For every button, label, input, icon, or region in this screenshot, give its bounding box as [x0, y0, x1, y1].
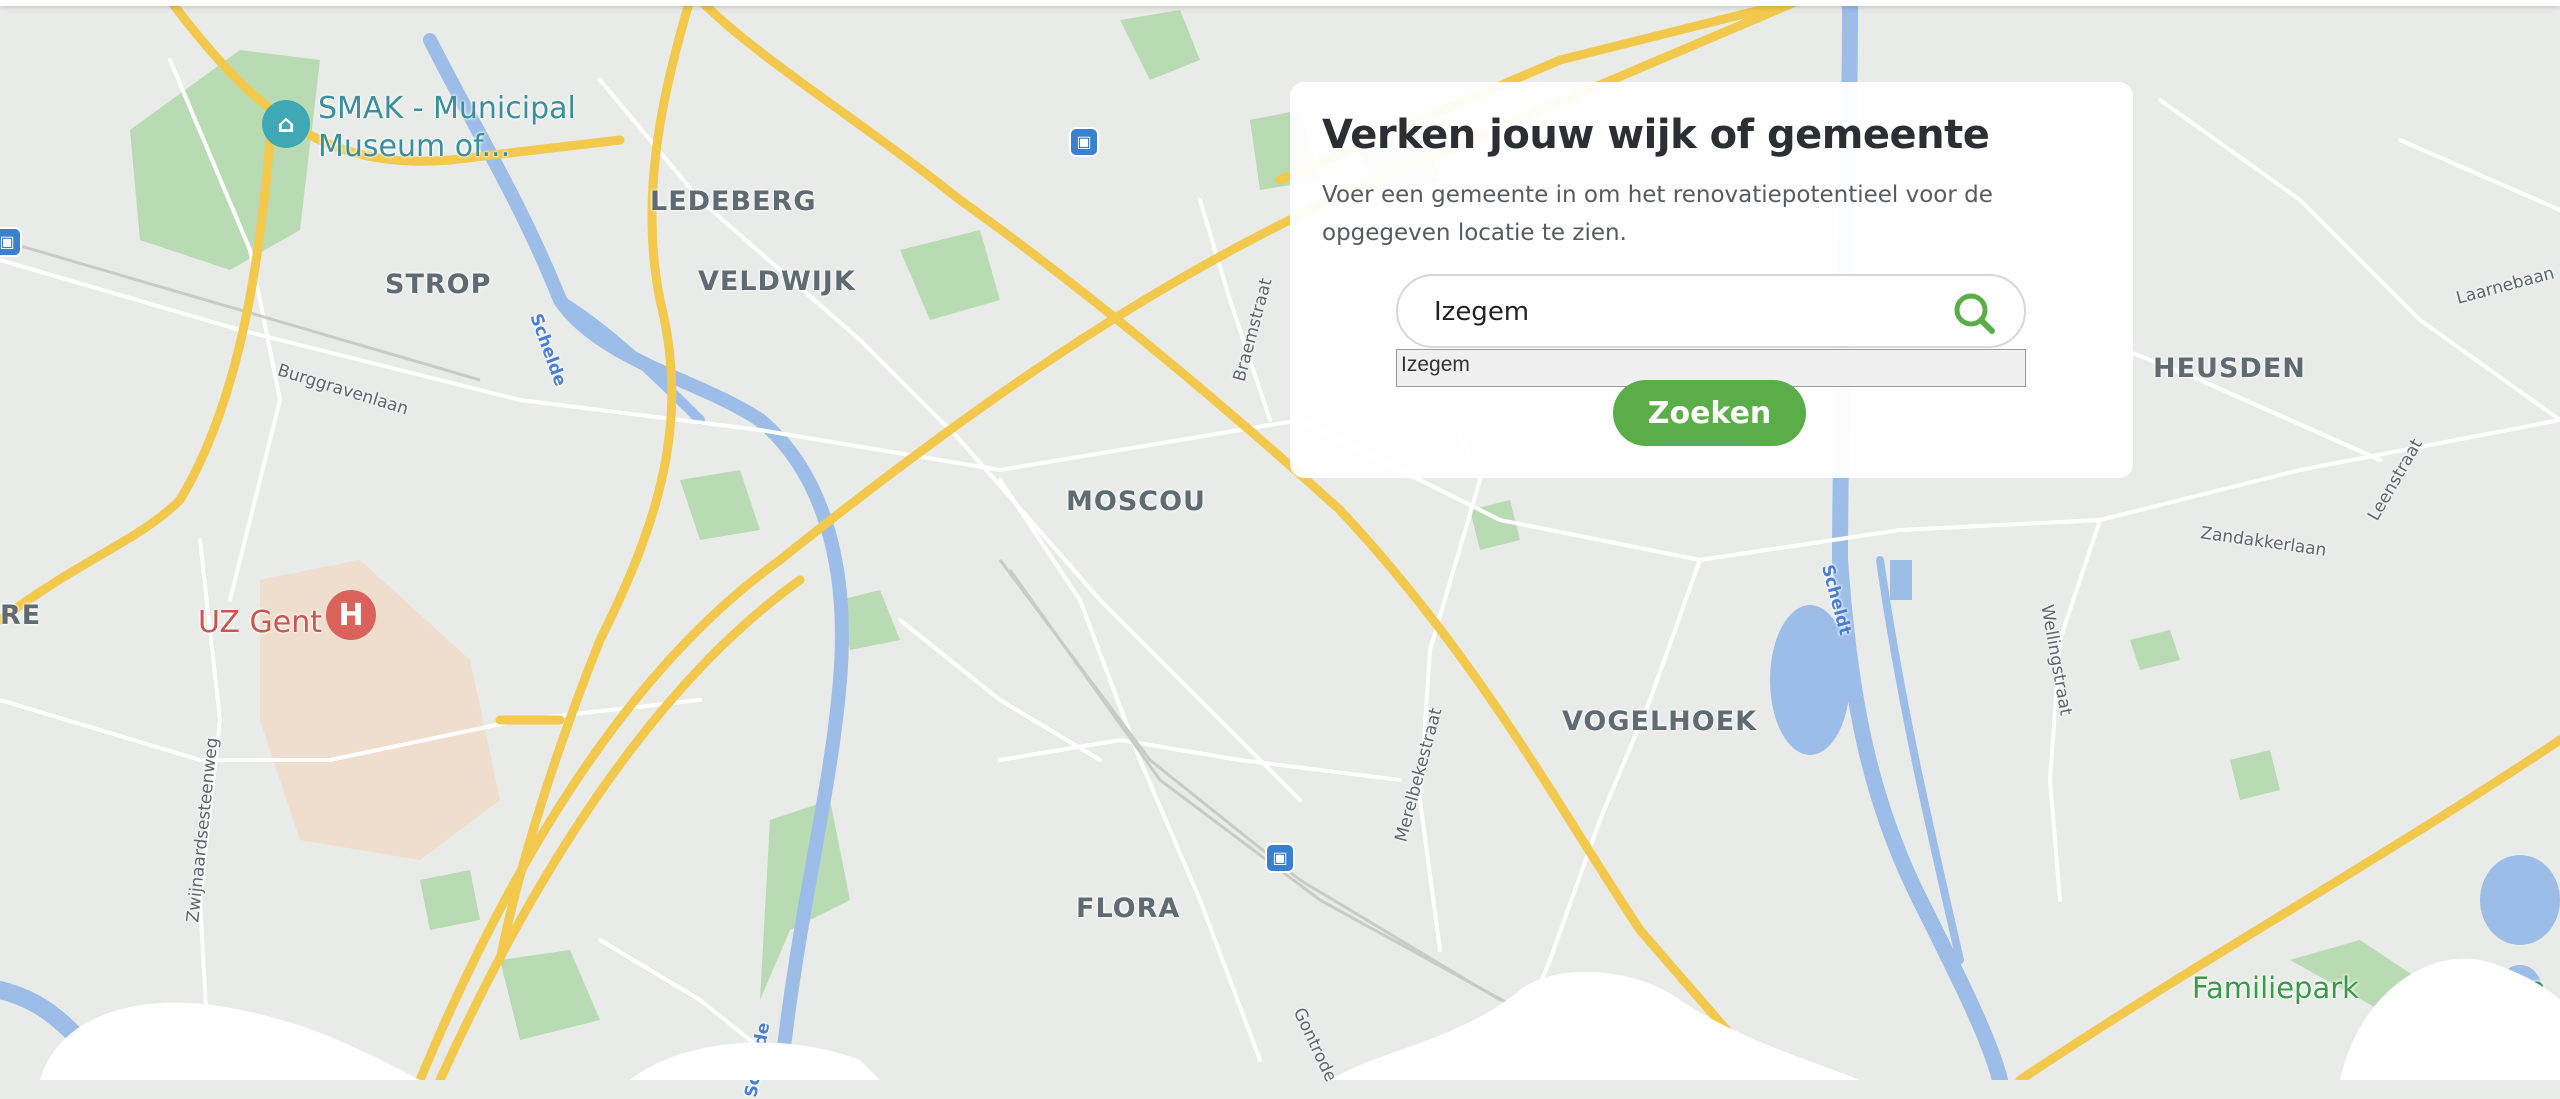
museum-icon[interactable]: ⌂ [262, 100, 310, 148]
poi-uz-gent[interactable]: UZ Gent [198, 604, 322, 641]
autocomplete-option[interactable]: Izegem [1397, 350, 2025, 380]
search-button[interactable]: Zoeken [1613, 380, 1806, 446]
district-label: VELDWIJK [698, 266, 856, 297]
district-label: FLORA [1076, 893, 1181, 924]
map-background[interactable]: LEDEBERG STROP VELDWIJK MOSCOU VOGELHOEK… [0, 0, 2560, 1099]
district-label: MOSCOU [1066, 486, 1206, 517]
top-bar [0, 0, 2560, 6]
panel-description: Voer een gemeente in om het renovatiepot… [1322, 182, 1993, 246]
train-station-icon[interactable]: ▣ [1265, 843, 1295, 873]
district-label: LEDEBERG [650, 186, 817, 217]
municipality-search-input[interactable] [1434, 290, 1934, 334]
explore-panel: Verken jouw wijk of gemeente Voer een ge… [1290, 82, 2133, 478]
train-station-icon[interactable]: ▣ [0, 227, 22, 257]
district-label: HEUSDEN [2153, 353, 2306, 384]
district-label: STROP [385, 269, 492, 300]
poi-smak-line2[interactable]: Museum of... [318, 128, 510, 165]
search-icon[interactable] [1952, 291, 1996, 335]
panel-title: Verken jouw wijk of gemeente [1322, 112, 1990, 158]
poi-smak-line1[interactable]: SMAK - Municipal [318, 90, 576, 127]
district-label: RE [0, 600, 42, 631]
district-label: VOGELHOEK [1562, 706, 1758, 737]
search-box[interactable] [1396, 274, 2026, 348]
train-station-icon[interactable]: ▣ [1069, 127, 1099, 157]
bottom-wave-overlay [40, 958, 2560, 1080]
hospital-icon[interactable]: H [326, 590, 376, 640]
